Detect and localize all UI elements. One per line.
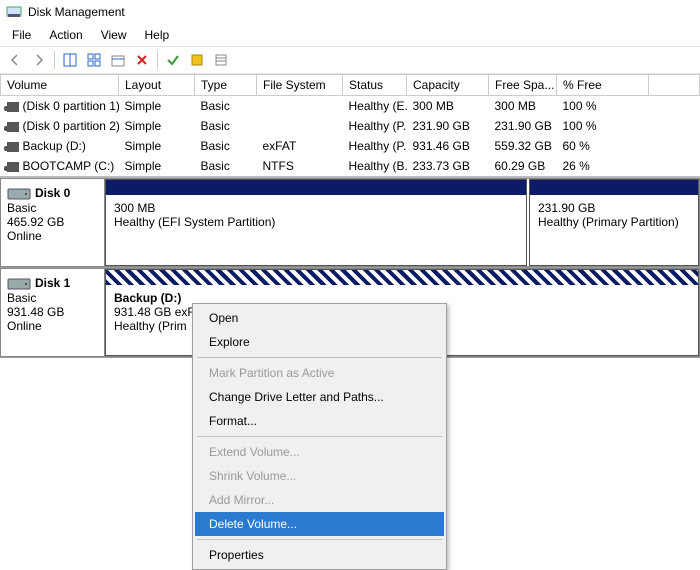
table-row[interactable]: BOOTCAMP (C:)SimpleBasicNTFSHealthy (B..… [1,156,700,176]
menu-help[interactable]: Help [137,26,178,44]
volume-icon [7,142,19,152]
ctx-add-mirror: Add Mirror... [195,488,444,512]
ctx-mark-active: Mark Partition as Active [195,361,444,385]
back-button[interactable] [4,49,26,71]
ctx-format[interactable]: Format... [195,409,444,433]
menu-action[interactable]: Action [41,26,90,44]
volume-icon [7,102,19,112]
partition-strip [530,180,698,195]
col-header[interactable]: File System [257,75,343,96]
volume-table: VolumeLayoutTypeFile SystemStatusCapacit… [0,74,700,176]
properties-button[interactable] [107,49,129,71]
disk-header[interactable]: Disk 1Basic931.48 GBOnline [0,268,105,357]
column-headers[interactable]: VolumeLayoutTypeFile SystemStatusCapacit… [1,75,700,96]
ctx-properties[interactable]: Properties [195,543,444,567]
partition[interactable]: 231.90 GBHealthy (Primary Partition) [529,179,699,266]
col-header[interactable]: % Free [557,75,649,96]
grid-view-button[interactable] [83,49,105,71]
partition[interactable]: 300 MBHealthy (EFI System Partition) [105,179,527,266]
disk-header[interactable]: Disk 0Basic465.92 GBOnline [0,178,105,267]
partition-strip [106,180,526,195]
table-row[interactable]: Backup (D:)SimpleBasicexFATHealthy (P...… [1,136,700,156]
ctx-change-letter[interactable]: Change Drive Letter and Paths... [195,385,444,409]
check-button[interactable] [162,49,184,71]
volume-icon [7,122,19,132]
col-header[interactable]: Volume [1,75,119,96]
col-header[interactable]: Type [195,75,257,96]
ctx-delete-volume[interactable]: Delete Volume... [195,512,444,536]
table-row[interactable]: (Disk 0 partition 2)SimpleBasicHealthy (… [1,116,700,136]
window-title: Disk Management [28,5,125,19]
menu-view[interactable]: View [93,26,135,44]
ctx-open[interactable]: Open [195,306,444,330]
col-header[interactable]: Free Spa... [489,75,557,96]
disk-partitions: 300 MBHealthy (EFI System Partition)231.… [105,178,700,267]
titlebar: Disk Management [0,0,700,24]
view-panes-button[interactable] [59,49,81,71]
forward-button[interactable] [28,49,50,71]
list-icon[interactable] [210,49,232,71]
ctx-extend: Extend Volume... [195,440,444,464]
ctx-explore[interactable]: Explore [195,330,444,354]
menu-file[interactable]: File [4,26,39,44]
delete-button[interactable] [131,49,153,71]
app-icon [6,4,22,20]
disk-row: Disk 0Basic465.92 GBOnline300 MBHealthy … [0,178,700,268]
settings-icon[interactable] [186,49,208,71]
col-header[interactable]: Status [343,75,407,96]
ctx-shrink: Shrink Volume... [195,464,444,488]
col-header[interactable]: Layout [119,75,195,96]
table-row[interactable]: (Disk 0 partition 1)SimpleBasicHealthy (… [1,96,700,117]
partition-strip [106,270,698,285]
toolbar [0,46,700,74]
col-header[interactable]: Capacity [407,75,489,96]
menubar: File Action View Help [0,24,700,46]
volume-icon [7,162,19,172]
context-menu: Open Explore Mark Partition as Active Ch… [192,303,447,570]
